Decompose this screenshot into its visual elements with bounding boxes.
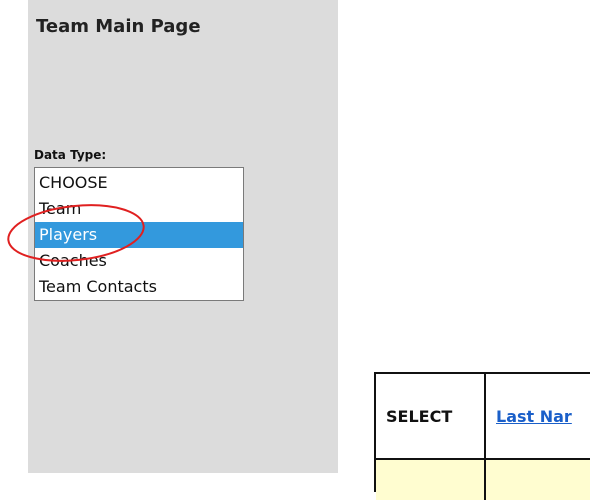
data-type-listbox[interactable]: CHOOSE Team Players Coaches Team Contact… <box>34 167 244 301</box>
option-team[interactable]: Team <box>35 196 243 222</box>
option-team-contacts[interactable]: Team Contacts <box>35 274 243 300</box>
column-header-last-name-link[interactable]: Last Nar <box>486 374 590 458</box>
results-table: SELECT Last Nar <box>374 372 590 500</box>
option-choose[interactable]: CHOOSE <box>35 170 243 196</box>
page-title: Team Main Page <box>36 16 201 37</box>
table-row-cell-last-name <box>486 460 590 500</box>
column-header-select: SELECT <box>376 374 486 458</box>
table-row-cell-select <box>376 460 486 500</box>
data-type-label: Data Type: <box>34 148 107 162</box>
option-players[interactable]: Players <box>35 222 243 248</box>
option-coaches[interactable]: Coaches <box>35 248 243 274</box>
